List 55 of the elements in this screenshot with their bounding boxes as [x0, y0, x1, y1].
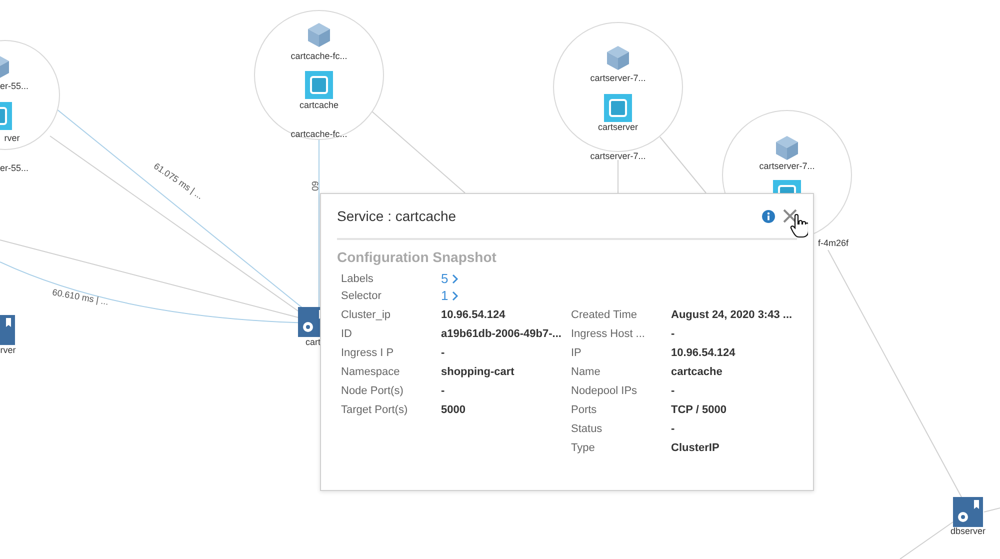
service-label: cartserver [598, 122, 638, 132]
field-value: - [671, 328, 676, 340]
field-value: 10.96.54.124 [671, 347, 736, 359]
close-icon [783, 209, 797, 223]
field-label: Ingress I P [341, 347, 395, 359]
section-heading: Configuration Snapshot [337, 249, 498, 265]
field-label: IP [571, 347, 582, 359]
field-label: Status [571, 423, 604, 435]
pod-label: cartcache-fc... [290, 51, 348, 61]
service-label: cartcache [299, 100, 339, 110]
field-value: - [671, 385, 676, 397]
field-value: 10.96.54.124 [441, 309, 506, 321]
field-label: Ingress Host ... [571, 328, 646, 340]
node-label: f-4m26f [818, 238, 849, 248]
field-value: 5000 [441, 404, 466, 416]
field-value: shopping-cart [441, 366, 516, 378]
field-label: Target Port(s) [341, 404, 409, 416]
field-label: Ports [571, 404, 598, 416]
field-value: TCP / 5000 [671, 404, 728, 416]
node-label: er-55... [0, 163, 29, 173]
node-label: dbserver [950, 526, 986, 536]
count-link[interactable]: 1 [441, 288, 460, 303]
count-link[interactable]: 5 [441, 271, 460, 286]
field-label: Node Port(s) [341, 385, 404, 397]
field-label: Created Time [571, 309, 638, 321]
service-label: rver [4, 133, 20, 143]
pod-label: cartserver-7... [759, 161, 815, 171]
info-button[interactable] [762, 210, 775, 222]
node-label: rver [0, 345, 16, 355]
hand-cursor-icon [790, 214, 808, 238]
pod-label: er-55... [0, 81, 29, 91]
field-label: Type [571, 442, 596, 454]
field-value: a19b61db-2006-49b7-... [441, 328, 562, 340]
field-label: Namespace [341, 366, 401, 378]
node-label: cart [306, 337, 320, 347]
node-label: cartserver-7... [590, 151, 646, 161]
edge-label: 60 [310, 181, 320, 191]
field-label: Selector [341, 290, 382, 302]
field-value: cartcache [671, 366, 724, 378]
edge-line [984, 508, 1000, 512]
info-icon [762, 210, 775, 222]
edge-label: 60.610 ms | ... [52, 287, 110, 307]
pod-label: cartserver-7... [590, 73, 646, 83]
field-label: Cluster_ip [341, 309, 392, 321]
field-label: Name [571, 366, 602, 378]
field-label: ID [341, 328, 353, 340]
field-value: August 24, 2020 3:43 ... [671, 309, 794, 321]
field-value: - [441, 347, 446, 359]
field-value: - [671, 423, 676, 435]
field-value: ClusterIP [671, 442, 720, 454]
field-label: Labels [341, 272, 374, 284]
field-value: - [441, 385, 446, 397]
field-label: Nodepool IPs [571, 385, 638, 397]
node-label: cartcache-fc... [290, 129, 348, 139]
popup-title: Service : cartcache [337, 208, 458, 224]
